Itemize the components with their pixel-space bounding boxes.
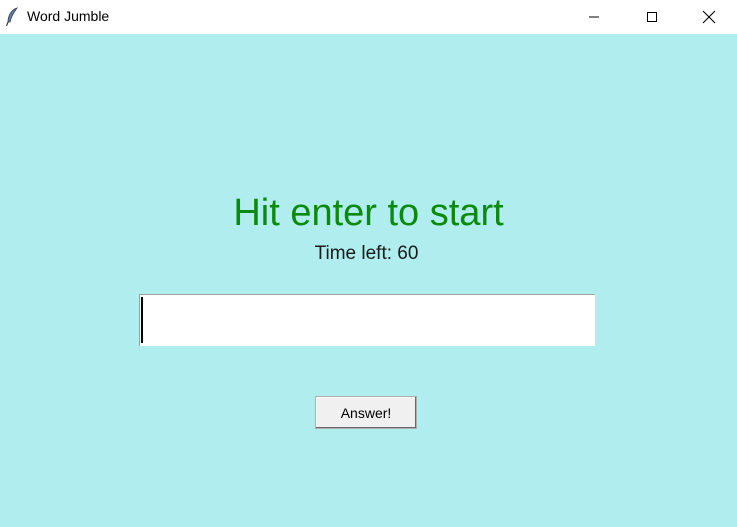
close-button[interactable]: [681, 0, 737, 34]
app-window: Word Jumble Hit enter to start Time left…: [0, 0, 737, 527]
answer-button[interactable]: Answer!: [315, 396, 417, 429]
title-bar[interactable]: Word Jumble: [0, 0, 737, 34]
answer-input[interactable]: [139, 294, 595, 346]
maximize-button[interactable]: [623, 0, 681, 34]
feather-icon: [5, 7, 19, 27]
start-prompt-label: Hit enter to start: [233, 192, 504, 234]
text-caret: [141, 297, 143, 343]
minimize-icon: [589, 16, 599, 18]
maximize-icon: [647, 12, 657, 22]
timer-label: Time left: 60: [314, 243, 419, 264]
window-title: Word Jumble: [27, 8, 110, 24]
minimize-button[interactable]: [565, 0, 623, 34]
close-icon: [702, 10, 716, 24]
